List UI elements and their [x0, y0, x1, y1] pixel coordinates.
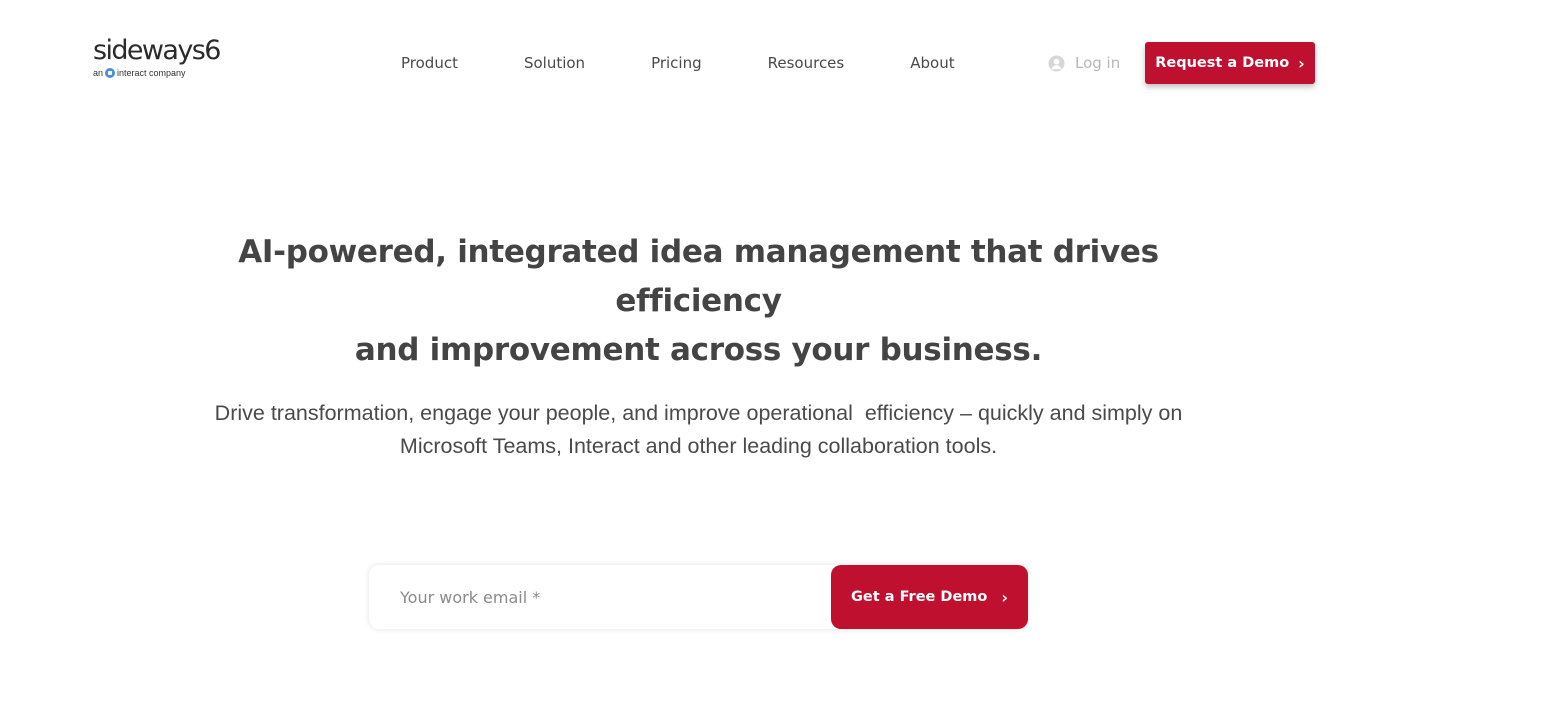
get-free-demo-label: Get a Free Demo: [851, 589, 988, 605]
request-demo-label: Request a Demo: [1155, 55, 1290, 71]
work-email-input[interactable]: [369, 565, 831, 629]
brand-name: sideways6: [93, 35, 221, 66]
chevron-right-icon: ›: [1298, 53, 1305, 73]
user-circle-icon: [1048, 55, 1065, 72]
login-link[interactable]: Log in: [1048, 51, 1120, 75]
tagline-prefix: an: [93, 68, 104, 78]
hero-subtext: Drive transformation, engage your people…: [140, 397, 1257, 463]
nav-item-about[interactable]: About: [910, 51, 954, 75]
brand-tagline: an interact company: [93, 68, 233, 78]
get-free-demo-button[interactable]: Get a Free Demo ›: [831, 565, 1028, 629]
demo-signup-form: Get a Free Demo ›: [369, 565, 1028, 629]
hero-headline-line1: AI-powered, integrated idea management t…: [238, 234, 1159, 319]
login-label: Log in: [1075, 54, 1121, 72]
brand-logo[interactable]: sideways6 an interact company: [93, 36, 233, 88]
hero-subtext-line1: Drive transformation, engage your people…: [214, 401, 1183, 425]
interact-logo-icon: [105, 68, 116, 78]
chevron-right-icon: ›: [1001, 587, 1008, 607]
hero-headline-line2: and improvement across your business.: [354, 332, 1043, 368]
hero-headline: AI-powered, integrated idea management t…: [150, 228, 1247, 375]
tagline-suffix: interact company: [117, 68, 186, 78]
nav-item-product[interactable]: Product: [401, 51, 458, 75]
request-demo-button[interactable]: Request a Demo ›: [1145, 42, 1315, 84]
nav-item-pricing[interactable]: Pricing: [651, 51, 702, 75]
hero-subtext-line2: Microsoft Teams, Interact and other lead…: [399, 434, 998, 458]
nav-item-resources[interactable]: Resources: [768, 51, 845, 75]
nav-item-solution[interactable]: Solution: [524, 51, 585, 75]
main-nav: Product Solution Pricing Resources About: [401, 51, 955, 75]
